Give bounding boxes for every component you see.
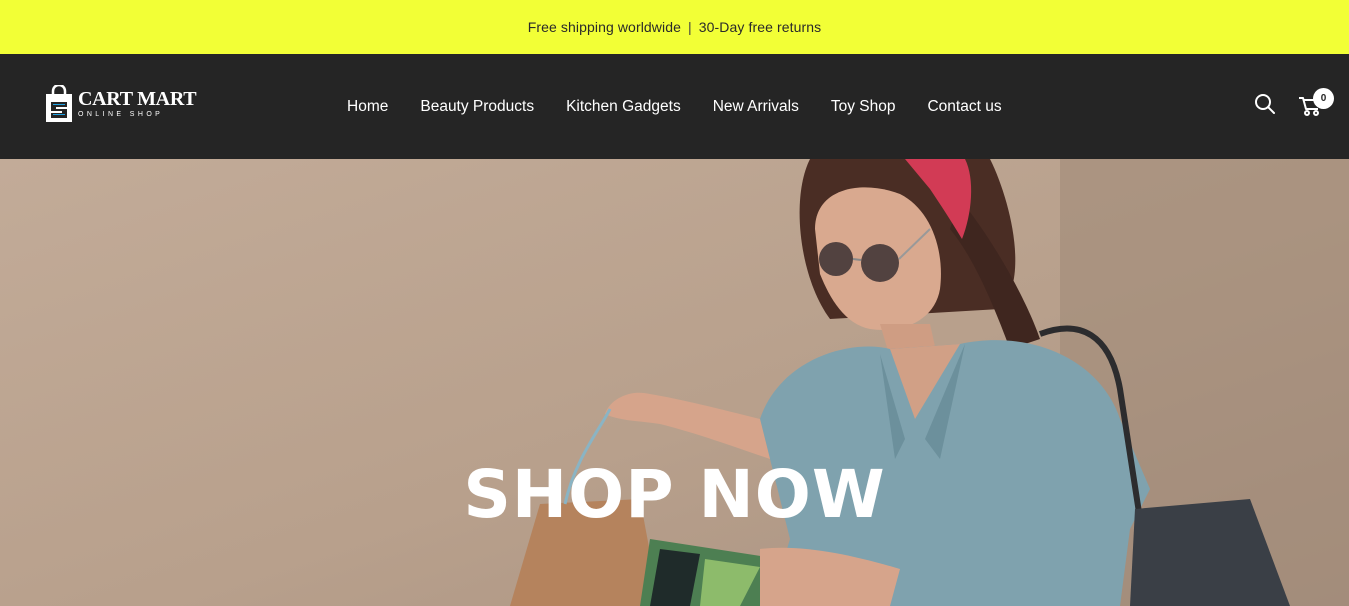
- site-header: CART MART ONLINE SHOP Home Beauty Produc…: [0, 54, 1349, 159]
- search-icon[interactable]: [1253, 92, 1277, 116]
- announcement-returns: 30-Day free returns: [698, 19, 822, 35]
- main-nav: Home Beauty Products Kitchen Gadgets New…: [347, 54, 1034, 159]
- announcement-shipping: Free shipping worldwide: [527, 19, 681, 35]
- nav-kitchen-gadgets[interactable]: Kitchen Gadgets: [566, 98, 681, 116]
- brand-tagline: ONLINE SHOP: [78, 111, 164, 118]
- announcement-separator: |: [688, 19, 692, 35]
- brand-name: CART MART: [78, 88, 197, 110]
- cart-button[interactable]: 0: [1297, 88, 1334, 118]
- brand-logo[interactable]: CART MART ONLINE SHOP: [44, 83, 197, 124]
- nav-contact-us[interactable]: Contact us: [927, 98, 1001, 116]
- nav-beauty-products[interactable]: Beauty Products: [420, 98, 534, 116]
- shopping-bag-s-icon: [44, 83, 74, 123]
- nav-new-arrivals[interactable]: New Arrivals: [713, 98, 799, 116]
- cart-count-badge: 0: [1313, 88, 1334, 109]
- hero-title[interactable]: SHOP NOW: [0, 457, 1349, 533]
- hero-image: [0, 159, 1349, 606]
- nav-home[interactable]: Home: [347, 98, 388, 116]
- announcement-bar: Free shipping worldwide | 30-Day free re…: [0, 0, 1349, 54]
- header-actions: 0: [1253, 88, 1334, 118]
- hero-banner[interactable]: SHOP NOW: [0, 159, 1349, 606]
- nav-toy-shop[interactable]: Toy Shop: [831, 98, 896, 116]
